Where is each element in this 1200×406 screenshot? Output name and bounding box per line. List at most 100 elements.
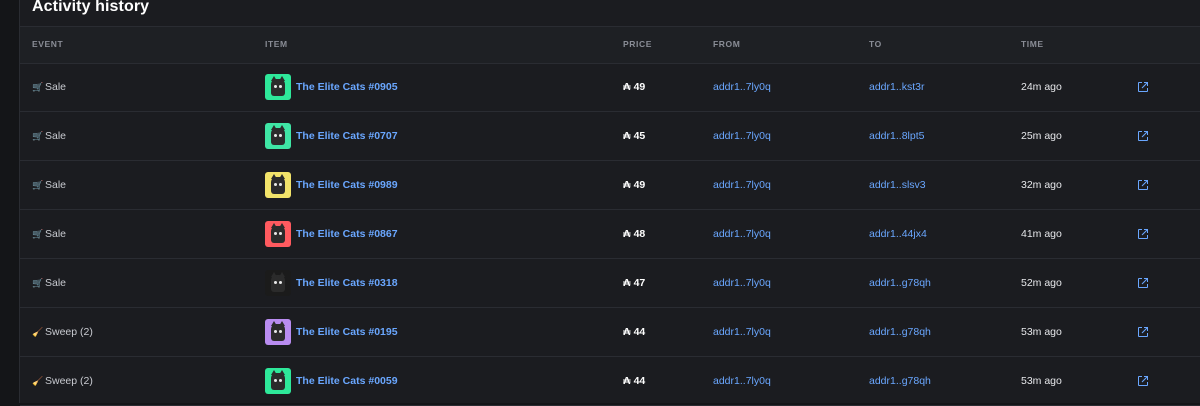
price-cell: ₳ 49 (623, 63, 645, 111)
item-link[interactable]: The Elite Cats #0905 (296, 81, 398, 93)
to-address-link[interactable]: addr1..g78qh (869, 357, 931, 405)
ada-symbol: ₳ (623, 81, 631, 93)
time-ago: 53m ago (1021, 326, 1062, 338)
to-address-link[interactable]: addr1..g78qh (869, 308, 931, 356)
event-cell: 🛒 Sale (32, 259, 66, 307)
item-cell[interactable]: The Elite Cats #0989 (265, 161, 398, 209)
time-ago: 25m ago (1021, 130, 1062, 142)
price-cell: ₳ 47 (623, 259, 645, 307)
from-address-link[interactable]: addr1..7ly0q (713, 210, 771, 258)
nft-thumbnail[interactable] (265, 221, 291, 247)
from-address-link[interactable]: addr1..7ly0q (713, 63, 771, 111)
price-cell: ₳ 49 (623, 161, 645, 209)
table-row: 🧹 Sweep (2) The Elite Cats #0195 ₳ 44 ad… (20, 308, 1200, 357)
from-address-link[interactable]: addr1..7ly0q (713, 259, 771, 307)
price-cell: ₳ 48 (623, 210, 645, 258)
event-label: Sale (45, 179, 67, 191)
event-cell: 🛒 Sale (32, 161, 66, 209)
event-label: Sweep (2) (45, 375, 93, 387)
to-address-link[interactable]: addr1..g78qh (869, 259, 931, 307)
item-link[interactable]: The Elite Cats #0059 (296, 375, 398, 387)
price-cell: ₳ 44 (623, 308, 645, 356)
nft-thumbnail[interactable] (265, 123, 291, 149)
external-link-icon[interactable] (1137, 161, 1149, 209)
cart-icon: 🛒 (32, 81, 44, 92)
ada-symbol: ₳ (623, 228, 631, 240)
item-link[interactable]: The Elite Cats #0989 (296, 179, 398, 191)
item-link[interactable]: The Elite Cats #0318 (296, 277, 398, 289)
event-cell: 🧹 Sweep (2) (32, 308, 93, 356)
cat-image (271, 174, 285, 194)
table-row: 🛒 Sale The Elite Cats #0318 ₳ 47 addr1..… (20, 259, 1200, 308)
table-header: EVENT ITEM PRICE FROM TO TIME (20, 26, 1200, 64)
nft-thumbnail[interactable] (265, 74, 291, 100)
nft-thumbnail[interactable] (265, 270, 291, 296)
column-header-item: ITEM (265, 39, 288, 49)
table-row: 🧹 Sweep (2) The Elite Cats #0059 ₳ 44 ad… (20, 357, 1200, 406)
table-row: 🛒 Sale The Elite Cats #0905 ₳ 49 addr1..… (20, 63, 1200, 112)
from-address-link[interactable]: addr1..7ly0q (713, 161, 771, 209)
nft-thumbnail[interactable] (265, 172, 291, 198)
cart-icon: 🛒 (32, 130, 44, 141)
to-address-link[interactable]: addr1..slsv3 (869, 161, 926, 209)
time-ago: 53m ago (1021, 375, 1062, 387)
external-link-icon[interactable] (1137, 112, 1149, 160)
event-label: Sale (45, 81, 67, 93)
event-label: Sale (45, 130, 67, 142)
price-value: 44 (633, 375, 646, 387)
column-header-time: TIME (1021, 39, 1044, 49)
external-link-icon[interactable] (1137, 210, 1149, 258)
price-value: 49 (633, 81, 646, 93)
broom-icon: 🧹 (32, 375, 44, 386)
external-link-icon[interactable] (1137, 308, 1149, 356)
cart-icon: 🛒 (32, 228, 44, 239)
table-row: 🛒 Sale The Elite Cats #0867 ₳ 48 addr1..… (20, 210, 1200, 259)
item-cell[interactable]: The Elite Cats #0707 (265, 112, 398, 160)
price-cell: ₳ 44 (623, 357, 645, 405)
price-value: 44 (633, 326, 646, 338)
column-header-to: TO (869, 39, 882, 49)
event-label: Sweep (2) (45, 326, 93, 338)
from-address-link[interactable]: addr1..7ly0q (713, 308, 771, 356)
time-ago: 24m ago (1021, 81, 1062, 93)
event-label: Sale (45, 277, 67, 289)
price-value: 47 (633, 277, 646, 289)
external-link-icon[interactable] (1137, 259, 1149, 307)
item-link[interactable]: The Elite Cats #0867 (296, 228, 398, 240)
cat-image (271, 272, 285, 292)
price-value: 49 (633, 179, 646, 191)
to-address-link[interactable]: addr1..8lpt5 (869, 112, 924, 160)
cat-image (271, 321, 285, 341)
price-value: 45 (633, 130, 646, 142)
column-header-from: FROM (713, 39, 741, 49)
external-link-icon[interactable] (1137, 357, 1149, 405)
to-address-link[interactable]: addr1..44jx4 (869, 210, 927, 258)
from-address-link[interactable]: addr1..7ly0q (713, 357, 771, 405)
time-ago: 41m ago (1021, 228, 1062, 240)
item-cell[interactable]: The Elite Cats #0867 (265, 210, 398, 258)
item-cell[interactable]: The Elite Cats #0905 (265, 63, 398, 111)
table-row: 🛒 Sale The Elite Cats #0707 ₳ 45 addr1..… (20, 112, 1200, 161)
external-link-icon[interactable] (1137, 63, 1149, 111)
item-cell[interactable]: The Elite Cats #0059 (265, 357, 398, 405)
broom-icon: 🧹 (32, 326, 44, 337)
ada-symbol: ₳ (623, 179, 631, 191)
nft-thumbnail[interactable] (265, 368, 291, 394)
from-address-link[interactable]: addr1..7ly0q (713, 112, 771, 160)
item-cell[interactable]: The Elite Cats #0318 (265, 259, 398, 307)
ada-symbol: ₳ (623, 326, 631, 338)
event-cell: 🛒 Sale (32, 210, 66, 258)
cat-image (271, 370, 285, 390)
to-address-link[interactable]: addr1..kst3r (869, 63, 924, 111)
cat-image (271, 223, 285, 243)
panel-title: Activity history (32, 0, 150, 15)
item-cell[interactable]: The Elite Cats #0195 (265, 308, 398, 356)
cat-image (271, 125, 285, 145)
cart-icon: 🛒 (32, 277, 44, 288)
item-link[interactable]: The Elite Cats #0195 (296, 326, 398, 338)
nft-thumbnail[interactable] (265, 319, 291, 345)
activity-history-panel: Activity history EVENT ITEM PRICE FROM T… (19, 0, 1200, 406)
ada-symbol: ₳ (623, 130, 631, 142)
ada-symbol: ₳ (623, 277, 631, 289)
item-link[interactable]: The Elite Cats #0707 (296, 130, 398, 142)
